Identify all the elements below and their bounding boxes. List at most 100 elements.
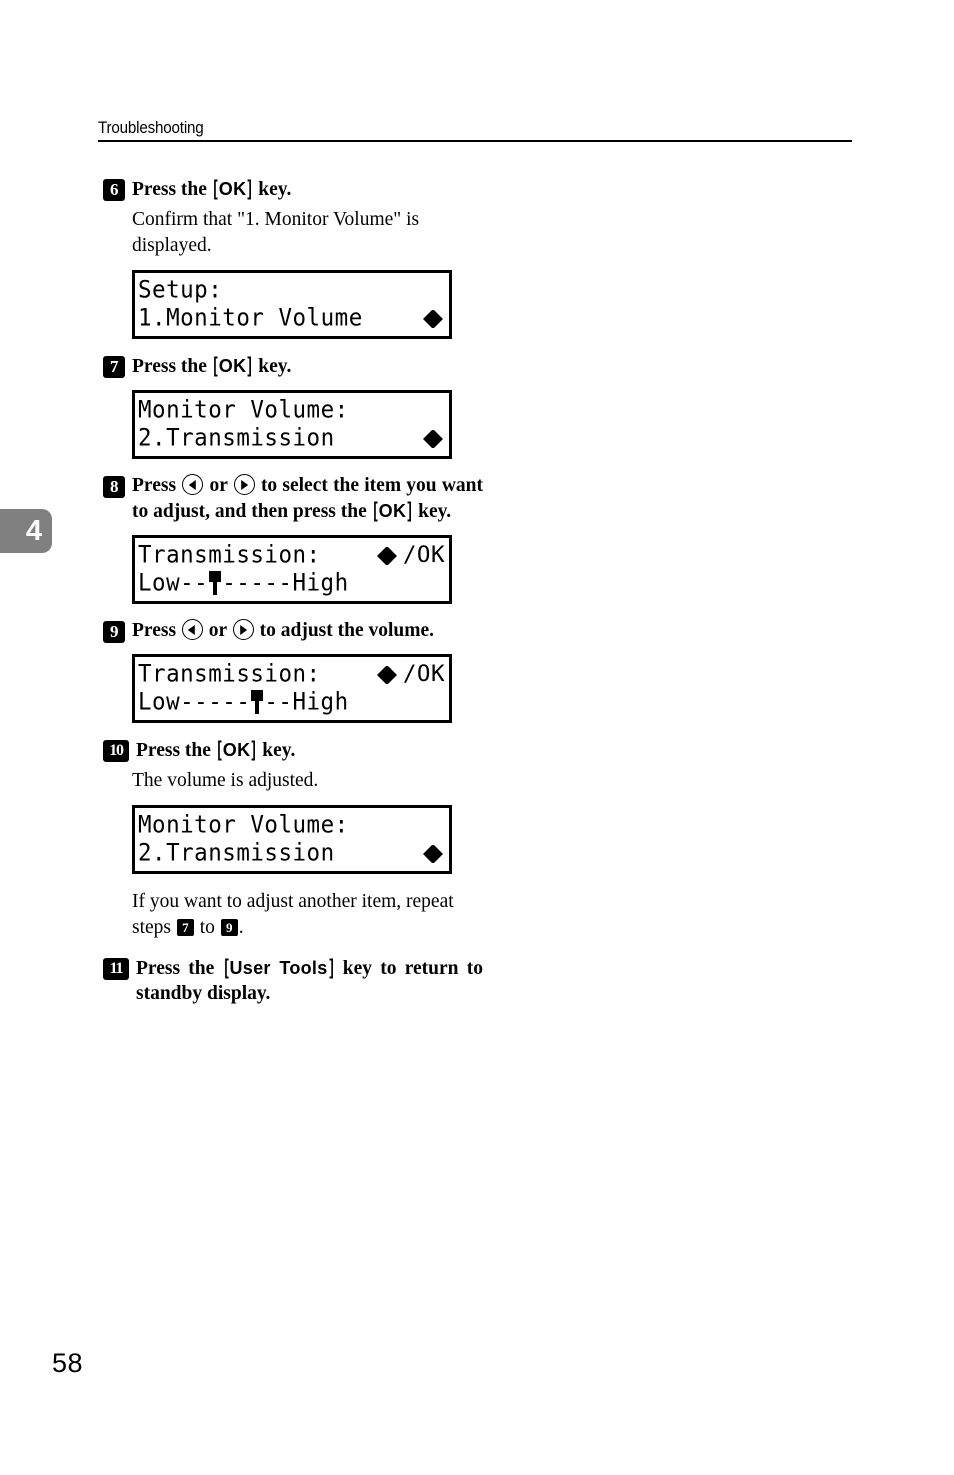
step-6-body: Confirm that "1. Monitor Volume" is disp… — [132, 209, 420, 256]
lcd-left-right-arrow-icon — [423, 845, 443, 863]
left-arrow-key-icon — [181, 619, 203, 640]
lcd-line-1: Transmission: /OK — [138, 541, 449, 569]
step-number-badge: 11 — [103, 958, 129, 980]
step-10-prefix: Press the — [136, 740, 216, 761]
arrow-right-part — [434, 310, 443, 328]
lcd-text-line1: Setup: — [138, 275, 223, 305]
arrow-left-part — [423, 845, 432, 863]
key-label-user-tools: User Tools — [229, 958, 328, 978]
step-9-t1: Press — [132, 620, 181, 641]
key-label-ok: OK — [378, 501, 407, 521]
lcd-slider-right: -----High — [222, 568, 349, 598]
lcd-slider-marker-icon — [208, 570, 222, 596]
arrow-right-part — [387, 547, 397, 565]
key-bracket-close: ] — [247, 354, 253, 377]
lcd-line-1: Setup: — [138, 276, 449, 304]
lcd-text-line1: Transmission: — [138, 659, 321, 689]
lcd-line-2: 1.Monitor Volume — [138, 304, 449, 332]
step-number-badge: 6 — [103, 179, 125, 201]
lcd-text-line1: Monitor Volume: — [138, 810, 349, 840]
step-7: 7 Press the [OK] key. — [103, 353, 483, 379]
step-number-badge: 9 — [103, 621, 125, 643]
step-11: 11 Press the [User Tools] key to return … — [103, 955, 483, 1006]
step-9-heading: 9 Press or to adjust the volume. — [103, 618, 483, 643]
lcd-left-right-arrow-icon — [423, 310, 443, 328]
lcd-line-1: Monitor Volume: — [138, 396, 449, 424]
lcd-line-1: Monitor Volume: — [138, 811, 449, 839]
left-arrow-key-icon — [182, 474, 204, 495]
repeat-steps-note: If you want to adjust another item, repe… — [132, 889, 482, 941]
arrow-right-part — [434, 845, 443, 863]
arrow-right-part — [434, 430, 443, 448]
key-bracket-close: ] — [251, 738, 257, 761]
lcd-line-1: Transmission: /OK — [138, 660, 449, 688]
step-11-prefix: Press the — [136, 958, 223, 979]
lcd-text-line2: 2.Transmission — [138, 838, 335, 868]
step-8: 8 Press or to select the item you want t… — [103, 473, 483, 524]
key-bracket-open: [ — [213, 177, 218, 200]
step-11-title: Press the [User Tools] key to return to … — [136, 955, 483, 1006]
key-bracket-open: [ — [372, 499, 378, 522]
key-bracket-close: ] — [328, 956, 334, 979]
step-7-title: Press the [OK] key. — [132, 353, 483, 379]
step-9-t2: or — [203, 620, 232, 641]
step-8-t2: or — [204, 475, 233, 496]
marker-head — [251, 690, 264, 701]
arrow-left-part — [423, 310, 432, 328]
step-9-t3: to adjust the volume. — [254, 620, 435, 641]
step-number-badge: 10 — [103, 740, 129, 762]
page-running-header: Troubleshooting — [98, 118, 852, 142]
lcd-slider-line: Low----- --High — [138, 688, 449, 716]
lcd-monitor-volume-transmission-final: Monitor Volume: 2.Transmission — [132, 805, 452, 874]
lcd-left-right-arrow-icon — [376, 547, 397, 565]
step-number-badge: 7 — [103, 356, 125, 378]
key-label-ok: OK — [222, 740, 251, 760]
marker-stem — [255, 701, 260, 714]
lcd-slider-left: Low-- — [138, 568, 209, 598]
step-number-badge: 8 — [103, 476, 125, 498]
right-arrow-key-icon — [232, 619, 254, 640]
lcd-line-2: 2.Transmission — [138, 839, 449, 867]
step-7-heading: 7 Press the [OK] key. — [103, 353, 483, 379]
step-11-heading: 11 Press the [User Tools] key to return … — [103, 955, 483, 1006]
lcd-left-right-arrow-icon — [376, 666, 397, 684]
marker-head — [209, 571, 222, 582]
arrow-right-part — [387, 666, 397, 684]
lcd-text-line2: 1.Monitor Volume — [138, 303, 363, 333]
key-bracket-open: [ — [213, 354, 218, 377]
lcd-setup-monitor-volume: Setup: 1.Monitor Volume — [132, 270, 452, 339]
step-8-title: Press or to select the item you want to … — [132, 473, 483, 524]
chapter-tab: 4 — [0, 509, 52, 553]
content-column: 6 Press the [OK] key. Confirm that "1. M… — [103, 176, 483, 1006]
key-label-ok: OK — [218, 179, 247, 199]
running-head-text: Troubleshooting — [98, 119, 204, 137]
lcd-text-line1: Monitor Volume: — [138, 395, 349, 425]
lcd-transmission-level-adjusted: Transmission: /OK Low----- --High — [132, 654, 452, 723]
page-number: 58 — [52, 1348, 84, 1378]
step-9: 9 Press or to adjust the volume. — [103, 618, 483, 643]
marker-stem — [213, 582, 218, 595]
repeat-note-from-step: 7 — [176, 919, 194, 936]
repeat-note-middle: to — [194, 917, 220, 938]
step-10: 10 Press the [OK] key. The volume is adj… — [103, 737, 483, 794]
step-8-heading: 8 Press or to select the item you want t… — [103, 473, 483, 524]
step-8-t1: Press — [132, 475, 182, 496]
step-10-body: The volume is adjusted. — [132, 770, 319, 791]
lcd-slider-right: --High — [264, 687, 349, 717]
lcd-text-line1: Transmission: — [138, 540, 321, 570]
lcd-line-2: 2.Transmission — [138, 424, 449, 452]
arrow-left-part — [376, 666, 386, 684]
step-7-suffix: key. — [253, 356, 292, 377]
arrow-left-part — [423, 430, 432, 448]
arrow-left-part — [376, 547, 386, 565]
step-10-heading: 10 Press the [OK] key. — [103, 737, 483, 763]
repeat-note-to-step: 9 — [220, 919, 238, 936]
lcd-left-right-arrow-icon — [423, 430, 443, 448]
lcd-transmission-level-initial: Transmission: /OK Low-- -----High — [132, 535, 452, 604]
header-rule — [98, 140, 852, 142]
step-6-suffix: key. — [253, 179, 292, 200]
chapter-number: 4 — [25, 514, 42, 547]
step-7-prefix: Press the — [132, 356, 212, 377]
right-arrow-key-icon — [233, 474, 255, 495]
step-6-prefix: Press the — [132, 179, 212, 200]
